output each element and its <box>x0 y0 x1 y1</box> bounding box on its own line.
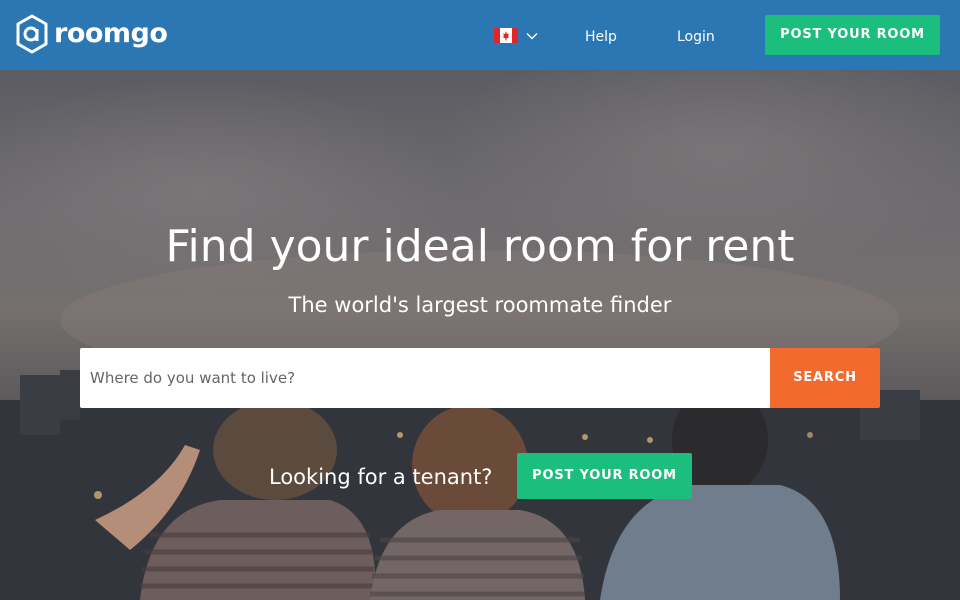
chevron-down-icon <box>526 32 538 39</box>
logo-text: roomgo <box>54 18 168 49</box>
hero-post-room-button[interactable]: POST YOUR ROOM <box>517 453 692 499</box>
site-header: roomgo Help Login POST YOUR ROOM <box>0 0 960 70</box>
roomgo-logo[interactable]: roomgo <box>16 14 168 54</box>
hero-background-image <box>0 70 960 600</box>
tenant-prompt: Looking for a tenant? <box>269 465 493 489</box>
location-search-input[interactable] <box>80 348 770 408</box>
header-post-room-button[interactable]: POST YOUR ROOM <box>765 15 940 55</box>
hero-section: Find your ideal room for rent The world'… <box>0 70 960 600</box>
login-link[interactable]: Login <box>677 27 715 47</box>
roomgo-logo-icon <box>16 14 48 54</box>
help-link[interactable]: Help <box>585 27 617 47</box>
hero-title: Find your ideal room for rent <box>165 221 795 272</box>
canada-flag-icon <box>494 28 518 43</box>
hero-subtitle: The world's largest roommate finder <box>288 293 672 317</box>
search-button[interactable]: SEARCH <box>770 348 880 408</box>
country-selector[interactable] <box>494 28 538 43</box>
